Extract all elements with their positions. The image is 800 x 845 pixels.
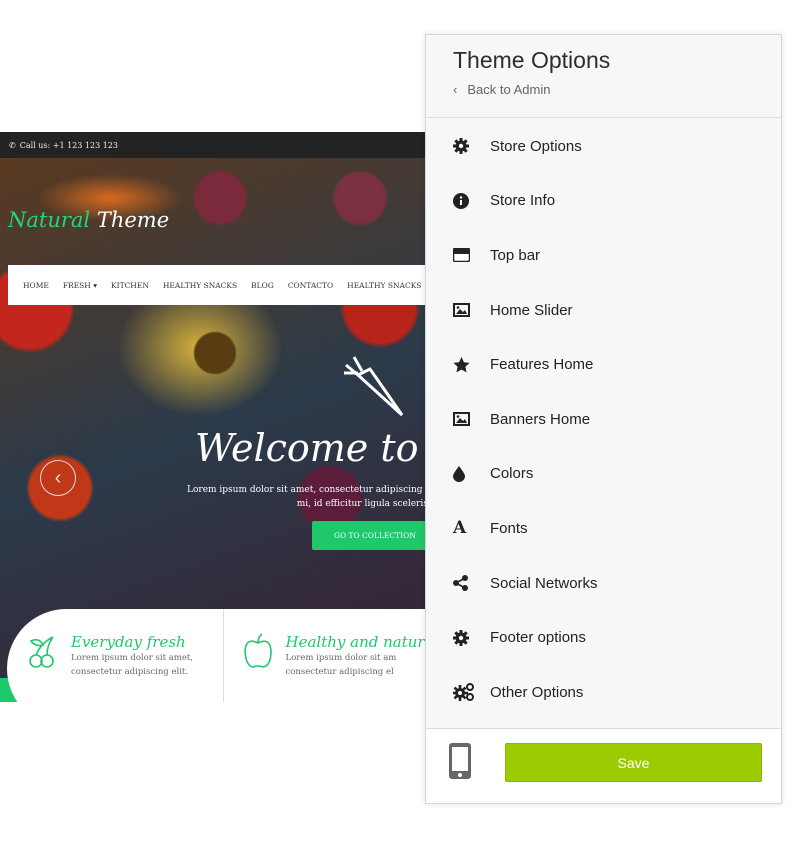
feature-item: Everyday fresh Lorem ipsum dolor sit amet…	[7, 609, 223, 702]
drop-icon	[453, 465, 490, 482]
go-to-collection-button[interactable]: GO TO COLLECTION	[312, 521, 425, 550]
menu-item-store-info[interactable]: Store Info	[426, 174, 781, 229]
menu-item-fonts[interactable]: A Fonts	[426, 501, 781, 556]
menu-item-features-home[interactable]: Features Home	[426, 337, 781, 392]
menu-item-label: Store Info	[490, 192, 556, 210]
mobile-preview-icon[interactable]	[448, 742, 472, 780]
menu-item-home-slider[interactable]: Home Slider	[426, 283, 781, 338]
apple-icon	[243, 633, 272, 668]
cherry-icon	[29, 636, 54, 668]
site-logo[interactable]: Natural Theme	[8, 208, 169, 232]
main-nav: HOME FRESH ▾ KITCHEN HEALTHY SNACKS BLOG…	[8, 265, 425, 305]
menu-item-label: Store Options	[490, 137, 582, 155]
menu-item-other-options[interactable]: Other Options	[426, 665, 781, 720]
menu-item-label: Colors	[490, 465, 534, 483]
options-menu: Store Options Store Info Top bar Home Slide…	[426, 118, 781, 720]
info-icon	[453, 192, 490, 209]
gear-icon	[453, 629, 490, 646]
carrot-icon	[344, 356, 404, 417]
menu-item-store-options[interactable]: Store Options	[426, 119, 781, 174]
nav-home[interactable]: HOME	[23, 281, 49, 290]
panel-footer: Save	[426, 728, 781, 803]
share-icon	[453, 575, 490, 592]
website-preview: Natural Theme HOME FRESH ▾ KITCHEN HEALT…	[0, 132, 425, 702]
menu-item-banners-home[interactable]: Banners Home	[426, 392, 781, 447]
hero-text: Lorem ipsum dolor sit amet, consectetur …	[187, 485, 425, 509]
menu-item-label: Fonts	[490, 519, 528, 537]
menu-item-label: Top bar	[490, 246, 541, 264]
gear-icon	[453, 138, 490, 155]
menu-item-label: Home Slider	[490, 301, 573, 319]
feature-item: Healthy and natur Lorem ipsum dolor sit a…	[222, 609, 426, 702]
hero-title: Welcome to Natur	[195, 426, 425, 470]
nav-kitchen[interactable]: KITCHEN	[111, 281, 149, 290]
nav-fresh[interactable]: FRESH ▾	[63, 281, 97, 290]
back-to-admin-link[interactable]: ‹ Back to Admin	[453, 82, 781, 97]
phone-icon: ✆	[9, 140, 16, 150]
font-icon: A	[453, 518, 467, 539]
features-strip: Everyday fresh Lorem ipsum dolor sit amet…	[7, 609, 425, 702]
slider-prev-button[interactable]: ‹	[40, 460, 76, 496]
nav-healthy-snacks-2[interactable]: HEALTHY SNACKS	[347, 281, 421, 290]
image-icon	[453, 303, 490, 318]
menu-item-label: Social Networks	[490, 574, 598, 592]
top-bar-icon	[453, 248, 490, 263]
nav-blog[interactable]: BLOG	[251, 281, 274, 290]
menu-item-top-bar[interactable]: Top bar	[426, 228, 781, 283]
nav-healthy-snacks[interactable]: HEALTHY SNACKS	[163, 281, 237, 290]
hero-slider: Natural Theme HOME FRESH ▾ KITCHEN HEALT…	[0, 158, 425, 702]
nav-contacto[interactable]: CONTACTO	[288, 281, 333, 290]
menu-item-label: Banners Home	[490, 410, 591, 428]
site-topbar: ✆ Call us: +1 123 123 123	[0, 132, 425, 158]
chevron-left-icon: ‹	[453, 82, 458, 97]
menu-item-colors[interactable]: Colors	[426, 447, 781, 502]
panel-title: Theme Options	[453, 47, 611, 73]
star-icon	[453, 356, 490, 373]
panel-header: Theme Options ‹ Back to Admin	[426, 35, 781, 118]
menu-item-label: Other Options	[490, 683, 584, 701]
theme-options-panel: Theme Options ‹ Back to Admin Store Optio…	[425, 34, 782, 804]
menu-item-label: Footer options	[490, 629, 586, 647]
save-button[interactable]: Save	[505, 743, 762, 782]
menu-item-label: Features Home	[490, 356, 594, 374]
menu-item-footer-options[interactable]: Footer options	[426, 610, 781, 665]
image-icon	[453, 412, 490, 427]
menu-item-social-networks[interactable]: Social Networks	[426, 556, 781, 611]
gears-icon	[453, 683, 490, 702]
